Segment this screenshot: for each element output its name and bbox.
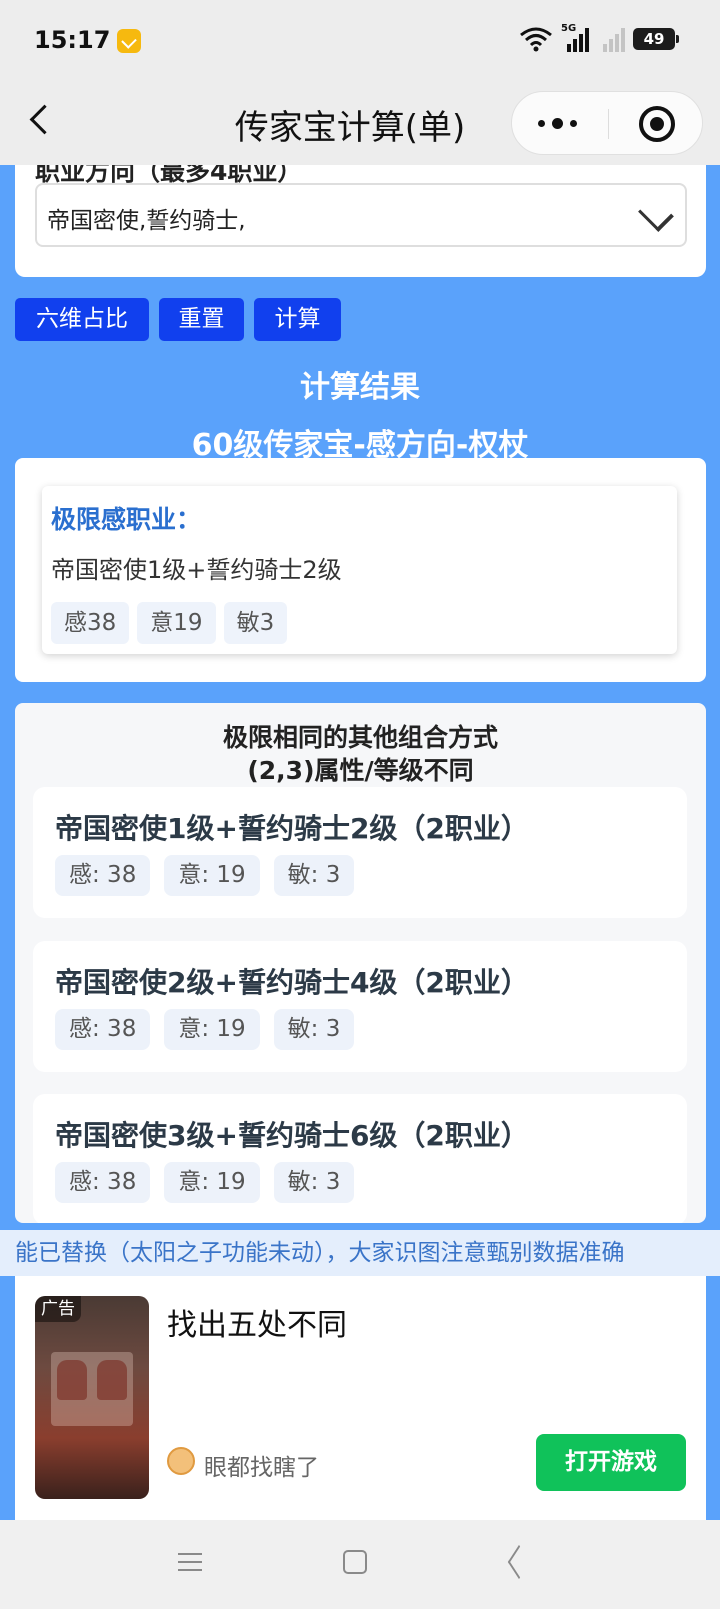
combo-item: 帝国密使1级+誓约骑士2级（2职业） 感: 38 意: 19 敏: 3 [33,787,687,918]
limit-panel: 极限感职业： 帝国密使1级+誓约骑士2级 感38 意19 敏3 [42,486,677,654]
back-triangle-icon[interactable] [505,1550,529,1574]
combos-title-line2: (2,3)属性/等级不同 [247,756,474,785]
status-time: 15:17 [34,26,111,54]
ad-thumbnail[interactable]: 广告 [35,1296,149,1499]
mini-program-capsule [511,91,703,155]
ad-thumbnail-image [51,1352,133,1426]
page-title: 传家宝计算(单) [234,108,466,148]
ad-title[interactable]: 找出五处不同 [167,1300,347,1344]
notice-marquee: 能已替换（太阳之子功能未动），大家识图注意甄别数据准确 [0,1230,720,1276]
stat-tag: 感: 38 [55,855,151,896]
combos-title: 极限相同的其他组合方式 (2,3)属性/等级不同 [15,721,706,787]
stat-tag: 敏: 3 [273,855,355,896]
combo-item: 帝国密使3级+誓约骑士6级（2职业） 感: 38 意: 19 敏: 3 [33,1094,687,1223]
career-card: 职业方向（最多4职业） 帝国密使,誓约骑士, [15,150,706,277]
stat-tag: 敏: 3 [273,1009,355,1050]
reset-button[interactable]: 重置 [159,298,244,341]
chevron-down-icon [638,196,674,232]
stat-tag: 感: 38 [55,1162,151,1203]
ad-label[interactable]: 广告 [35,1296,81,1322]
home-icon[interactable] [343,1550,367,1574]
capsule-divider [608,109,609,139]
stat-tag: 敏3 [223,602,288,644]
result-title: 计算结果 [300,370,420,405]
combos-title-line1: 极限相同的其他组合方式 [222,723,498,752]
top-bar: 15:17 5G 49 传家宝计算(单) [0,0,720,165]
limit-combo: 帝国密使1级+誓约骑士2级 [51,556,342,584]
menu-icon[interactable] [178,1550,202,1574]
career-select-value: 帝国密使,誓约骑士, [47,208,246,234]
status-icons: 5G 49 [519,23,679,52]
combo-tags: 感: 38 意: 19 敏: 3 [55,1162,355,1203]
more-icon[interactable] [538,108,588,138]
signal-5g-icon: 5G [561,23,589,52]
combo-name: 帝国密使2级+誓约骑士4级（2职业） [55,966,529,999]
back-button[interactable] [26,102,52,138]
combo-tags: 感: 38 意: 19 敏: 3 [55,855,355,896]
battery-icon: 49 [633,28,679,50]
notification-app-icon [117,29,141,53]
stat-tag: 敏: 3 [273,1162,355,1203]
career-select[interactable]: 帝国密使,誓约骑士, [35,183,687,247]
limit-tags: 感38 意19 敏3 [51,602,288,644]
close-mini-program-icon[interactable] [639,106,675,142]
combos-card: 极限相同的其他组合方式 (2,3)属性/等级不同 帝国密使1级+誓约骑士2级（2… [15,703,706,1223]
stat-tag: 意: 19 [164,1162,260,1203]
ad-banner[interactable]: 广告 找出五处不同 眼都找瞎了 打开游戏 [15,1276,706,1520]
stat-tag: 意19 [137,602,216,644]
open-game-button[interactable]: 打开游戏 [536,1434,686,1491]
stat-tag: 意: 19 [164,1009,260,1050]
ad-source: 眼都找瞎了 [204,1455,319,1481]
combo-tags: 感: 38 意: 19 敏: 3 [55,1009,355,1050]
limit-heading: 极限感职业： [51,505,202,534]
ratio-button[interactable]: 六维占比 [15,298,149,341]
calculate-button[interactable]: 计算 [254,298,341,341]
stat-tag: 感: 38 [55,1009,151,1050]
stat-tag: 意: 19 [164,855,260,896]
system-nav-bar [0,1520,720,1609]
combo-name: 帝国密使1级+誓约骑士2级（2职业） [55,812,529,845]
stat-tag: 感38 [51,602,130,644]
limit-card: 极限感职业： 帝国密使1级+誓约骑士2级 感38 意19 敏3 [15,458,706,682]
combo-item: 帝国密使2级+誓约骑士4级（2职业） 感: 38 意: 19 敏: 3 [33,941,687,1072]
combo-name: 帝国密使3级+誓约骑士6级（2职业） [55,1119,529,1152]
wifi-icon [520,27,552,52]
signal-no-service-icon [597,26,625,52]
ad-source-avatar [167,1447,195,1475]
